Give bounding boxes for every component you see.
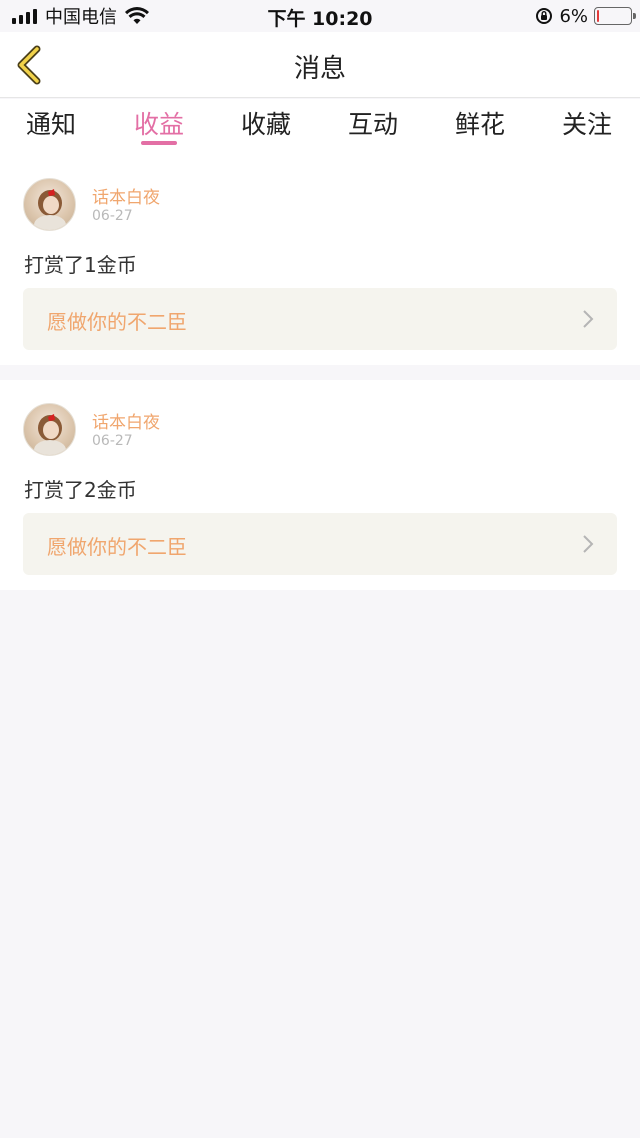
book-title: 愿做你的不二臣 (47, 310, 187, 334)
user-name[interactable]: 话本白夜 (92, 183, 160, 208)
message-text: 打赏了1金币 (24, 253, 137, 277)
avatar-image (34, 414, 66, 455)
status-bar: 中国电信 下午 10:20 6% (0, 0, 640, 32)
message-text: 打赏了2金币 (24, 478, 137, 502)
tab-following[interactable]: 关注 (547, 105, 627, 141)
avatar-image (34, 189, 66, 230)
tab-flowers[interactable]: 鲜花 (440, 105, 520, 141)
message-card: 话本白夜 06-27 打赏了2金币 愿做你的不二臣 (0, 380, 640, 590)
tab-earnings[interactable]: 收益 (119, 105, 199, 141)
active-tab-indicator (141, 141, 177, 145)
battery-level (597, 10, 599, 22)
book-link[interactable]: 愿做你的不二臣 (23, 288, 617, 350)
tab-bar: 通知 收益 收藏 互动 鲜花 关注 (0, 99, 640, 155)
tab-notice[interactable]: 通知 (11, 105, 91, 141)
message-date: 06-27 (92, 208, 133, 224)
message-card: 话本白夜 06-27 打赏了1金币 愿做你的不二臣 (0, 155, 640, 365)
page: 中国电信 下午 10:20 6% 消息 通知 收益 收藏 互动 鲜花 关注 话本… (0, 0, 640, 1138)
page-title: 消息 (293, 54, 346, 84)
chevron-right-icon (583, 535, 594, 553)
book-link[interactable]: 愿做你的不二臣 (23, 513, 617, 575)
battery-percent: 6% (559, 5, 588, 27)
message-date: 06-27 (92, 433, 133, 449)
status-right: 6% (535, 4, 636, 28)
tab-interaction[interactable]: 互动 (333, 105, 413, 141)
nav-header: 消息 (0, 32, 640, 98)
user-name[interactable]: 话本白夜 (92, 408, 160, 433)
avatar[interactable] (23, 403, 76, 456)
battery-icon (594, 7, 636, 25)
book-title: 愿做你的不二臣 (47, 535, 187, 559)
tab-favorites[interactable]: 收藏 (226, 105, 306, 141)
rotation-lock-icon (536, 8, 553, 24)
chevron-right-icon (583, 310, 594, 328)
avatar[interactable] (23, 178, 76, 231)
